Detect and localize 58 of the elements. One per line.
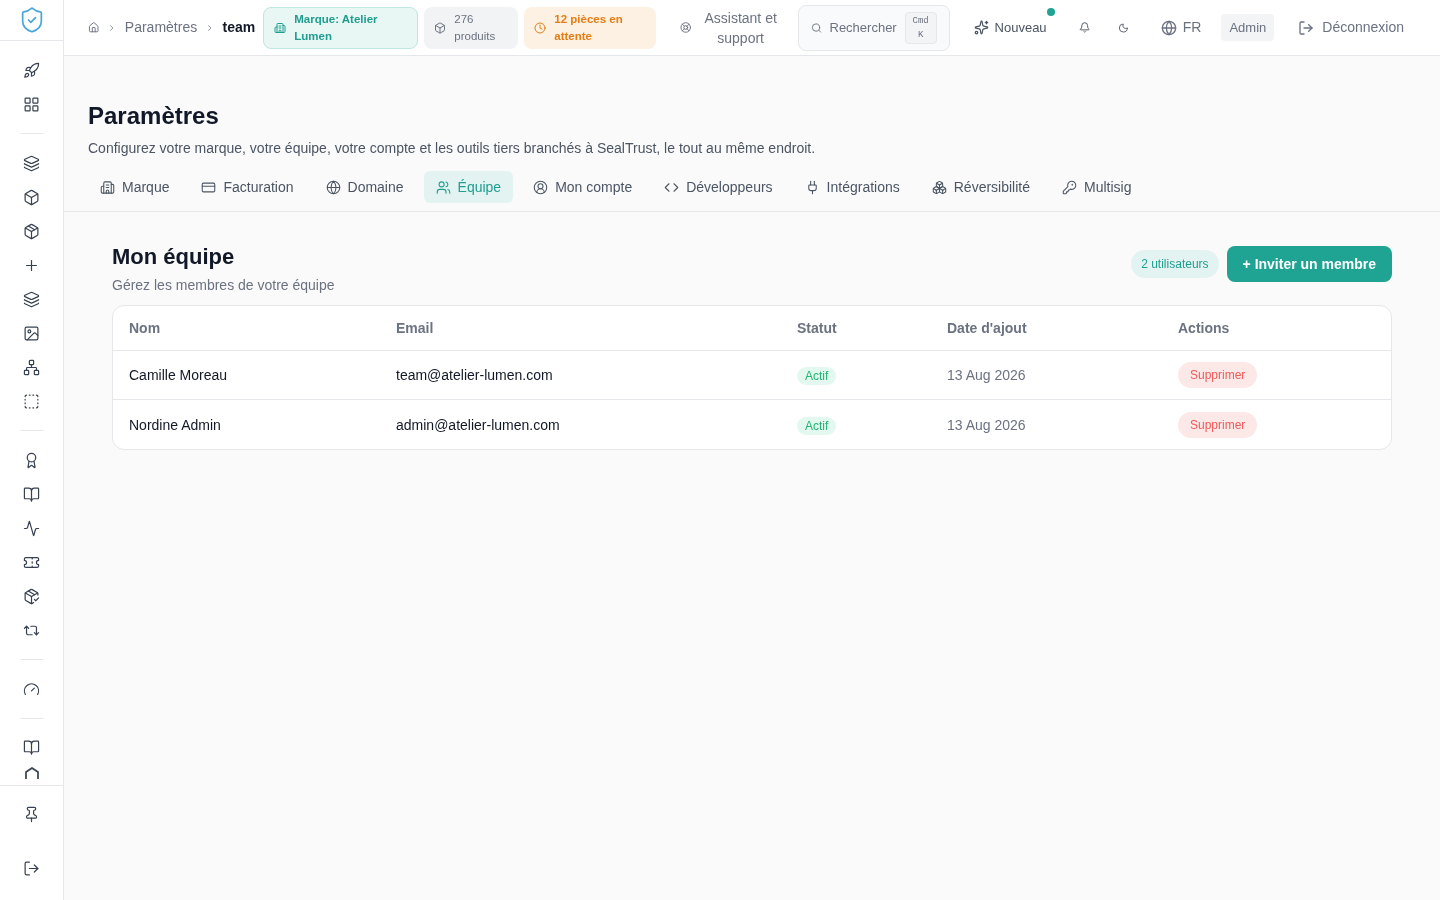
column-header: Email: [396, 318, 435, 338]
delete-button[interactable]: Supprimer: [1178, 362, 1258, 388]
globe-icon: [325, 179, 341, 195]
section-subtitle: Gérez les membres de votre équipe: [112, 276, 335, 295]
table-cell: Camille Moreau: [129, 367, 228, 383]
settings-tab[interactable]: Équipe: [423, 171, 514, 203]
status-badge: Actif: [797, 416, 837, 435]
status-badge: Actif: [797, 367, 837, 385]
column-header: Statut: [797, 318, 838, 338]
settings-tab[interactable]: Intégrations: [792, 171, 912, 203]
building-icon: [100, 179, 115, 195]
settings-tab[interactable]: Multisig: [1050, 171, 1144, 203]
status-chip[interactable]: 12 pièces en attente: [524, 6, 657, 49]
language-button[interactable]: FR: [1160, 17, 1202, 38]
logout-button[interactable]: Déconnexion: [1298, 17, 1405, 38]
table-cell: team@atelier-lumen.com: [396, 367, 553, 383]
user-circle-icon: [533, 179, 549, 195]
column-header: Actions: [1178, 318, 1231, 338]
table-cell: Nordine Admin: [129, 416, 221, 433]
building-icon: [274, 21, 287, 34]
role-badge: Admin: [1221, 13, 1275, 42]
key-icon: [1062, 179, 1077, 195]
search-placeholder: Rechercher: [829, 18, 897, 37]
table-cell: 13 Aug 2026: [947, 367, 1026, 383]
settings-tab[interactable]: Domaine: [313, 171, 416, 203]
page-title: Paramètres: [88, 101, 220, 131]
table-cell: admin@atelier-lumen.com: [396, 416, 560, 433]
column-header: Date d'ajout: [947, 318, 1028, 338]
invite-button[interactable]: + Inviter un membre: [1226, 246, 1392, 282]
support-link[interactable]: Assistant et support: [703, 7, 778, 48]
section-title: Mon équipe: [112, 243, 236, 271]
page-subtitle: Configurez votre marque, votre équipe, votre compte et les outils tiers branchés à SealTrust, le tout au même endroit.: [88, 139, 817, 158]
delete-button[interactable]: Supprimer: [1178, 411, 1258, 438]
settings-tab[interactable]: Marque: [88, 171, 182, 203]
breadcrumb-link[interactable]: Paramètres: [124, 17, 198, 38]
user-count-badge: 2 utilisateurs: [1131, 250, 1219, 278]
shortcut-key: Cmd K: [904, 11, 937, 44]
column-header: Nom: [129, 318, 162, 338]
arch-icon[interactable]: [23, 767, 40, 779]
breadcrumb-link[interactable]: team: [222, 17, 256, 38]
users-icon: [435, 179, 451, 195]
sparkles-icon: [973, 20, 989, 35]
bell-icon[interactable]: [1078, 19, 1091, 36]
settings-tab[interactable]: Réversibilité: [919, 171, 1042, 203]
table-cell: 13 Aug 2026: [947, 416, 1026, 433]
new-button[interactable]: Nouveau: [973, 17, 1047, 38]
clock-icon: [534, 21, 547, 34]
status-chip[interactable]: Marque: Atelier Lumen: [263, 6, 419, 49]
search-field[interactable]: Rechercher Cmd K: [797, 4, 950, 51]
status-chip[interactable]: 276 produits: [424, 6, 519, 49]
boxes-icon: [931, 179, 947, 195]
settings-tab[interactable]: Mon compte: [521, 171, 645, 203]
card-icon: [201, 179, 217, 195]
lifebuoy-icon: [680, 19, 692, 36]
search-icon: [810, 21, 822, 34]
settings-tab[interactable]: Facturation: [189, 171, 306, 203]
globe-icon: [1160, 19, 1177, 36]
settings-tab[interactable]: Développeurs: [652, 171, 785, 203]
